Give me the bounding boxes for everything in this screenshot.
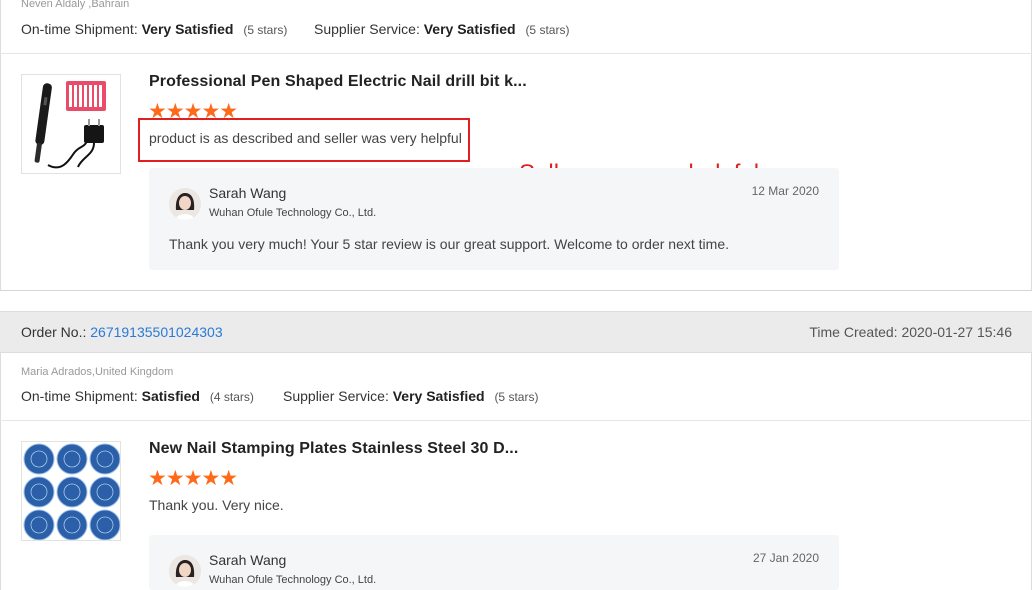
divider <box>0 420 1032 421</box>
seller-avatar-icon <box>169 188 201 220</box>
time-label: Time Created: <box>809 324 898 340</box>
service-label: Supplier Service: <box>314 21 420 37</box>
time-created: Time Created: 2020-01-27 15:46 <box>809 324 1012 340</box>
order-label: Order No.: <box>21 324 87 340</box>
card-bottom-border <box>0 290 1032 291</box>
reply-text: Thank you very much! Your 5 star review … <box>169 236 729 252</box>
product-thumbnail[interactable] <box>21 74 121 174</box>
product-title[interactable]: Professional Pen Shaped Electric Nail dr… <box>149 73 527 91</box>
review-stars: ★★★★★ <box>148 467 238 490</box>
seller-company: Wuhan Ofule Technology Co., Ltd. <box>209 574 377 586</box>
review-text: Thank you. Very nice. <box>149 497 284 513</box>
review-text: product is as described and seller was v… <box>149 130 462 146</box>
service-rating: Supplier Service: Very Satisfied (5 star… <box>314 21 569 37</box>
shipment-value: Very Satisfied <box>141 21 234 37</box>
time-value: 2020-01-27 15:46 <box>901 324 1012 340</box>
service-label: Supplier Service: <box>283 388 389 404</box>
product-title[interactable]: New Nail Stamping Plates Stainless Steel… <box>149 440 518 458</box>
stamping-plates-image <box>22 442 120 540</box>
reply-date: 12 Mar 2020 <box>751 184 819 198</box>
reply-date: 27 Jan 2020 <box>752 551 819 565</box>
avatar <box>169 555 201 587</box>
service-rating: Supplier Service: Very Satisfied (5 star… <box>283 388 538 404</box>
avatar <box>169 188 201 220</box>
service-value: Very Satisfied <box>423 21 516 37</box>
seller-reply: Sarah Wang Wuhan Ofule Technology Co., L… <box>149 535 839 590</box>
service-stars: (5 stars) <box>494 390 539 404</box>
buyer-location: Maria Adrados,United Kingdom <box>21 366 174 378</box>
buyer-location: Neven Aldaly ,Bahrain <box>21 0 130 10</box>
order-number: Order No.: 26719135501024303 <box>21 324 223 340</box>
service-stars: (5 stars) <box>525 23 570 37</box>
order-header: Order No.: 26719135501024303 Time Create… <box>0 311 1032 353</box>
shipment-stars: (4 stars) <box>209 390 254 404</box>
seller-reply: Sarah Wang Wuhan Ofule Technology Co., L… <box>149 168 839 270</box>
order-number-link[interactable]: 26719135501024303 <box>90 324 222 340</box>
shipment-stars: (5 stars) <box>243 23 288 37</box>
seller-avatar-icon <box>169 555 201 587</box>
nail-drill-image <box>34 81 106 169</box>
product-thumbnail[interactable] <box>21 441 121 541</box>
card-left-border <box>0 353 1 590</box>
shipment-label: On-time Shipment: <box>21 388 138 404</box>
shipment-value: Satisfied <box>141 388 200 404</box>
shipment-rating: On-time Shipment: Satisfied (4 stars) <box>21 388 254 404</box>
shipment-label: On-time Shipment: <box>21 21 138 37</box>
seller-name: Sarah Wang <box>209 185 287 201</box>
service-value: Very Satisfied <box>392 388 485 404</box>
divider <box>0 53 1032 54</box>
seller-name: Sarah Wang <box>209 552 287 568</box>
card-left-border <box>0 0 1 290</box>
seller-company: Wuhan Ofule Technology Co., Ltd. <box>209 207 377 219</box>
shipment-rating: On-time Shipment: Very Satisfied (5 star… <box>21 21 287 37</box>
